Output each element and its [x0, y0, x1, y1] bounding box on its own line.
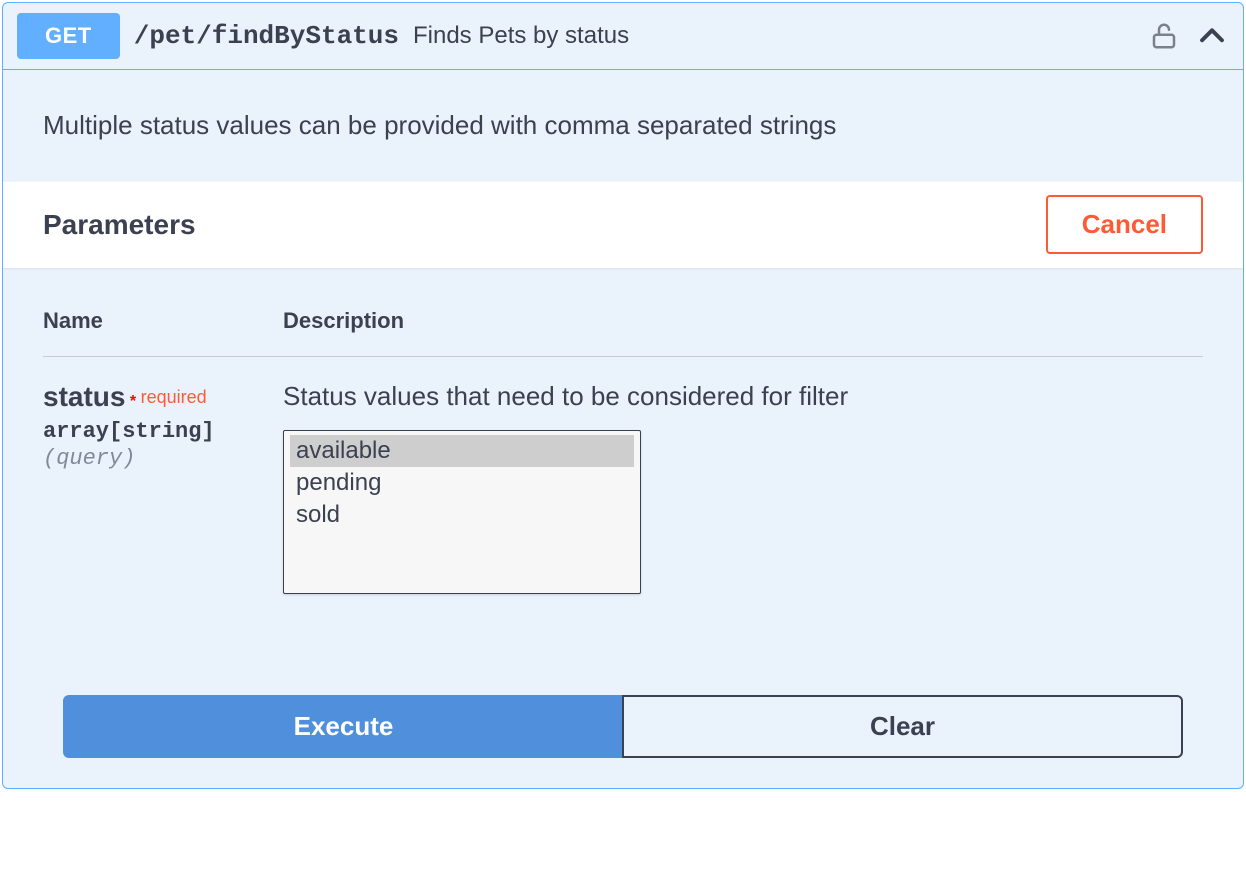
- method-badge: GET: [17, 13, 120, 59]
- actions-row: Execute Clear: [63, 695, 1183, 758]
- endpoint-path: /pet/findByStatus: [134, 21, 399, 51]
- endpoint-header[interactable]: GET /pet/findByStatus Finds Pets by stat…: [3, 3, 1243, 70]
- required-label: required: [141, 387, 207, 407]
- chevron-up-icon[interactable]: [1195, 19, 1229, 53]
- execute-button[interactable]: Execute: [63, 695, 622, 758]
- status-option-sold[interactable]: sold: [290, 499, 634, 531]
- unlock-icon[interactable]: [1149, 21, 1179, 51]
- status-option-pending[interactable]: pending: [290, 467, 634, 499]
- param-name: status: [43, 381, 125, 412]
- clear-button[interactable]: Clear: [622, 695, 1183, 758]
- parameters-table: Name Description status * required array…: [43, 308, 1203, 595]
- param-description: Status values that need to be considered…: [283, 381, 1203, 412]
- param-type: array[string]: [43, 419, 283, 444]
- status-select[interactable]: available pending sold: [283, 430, 641, 594]
- endpoint-summary: Finds Pets by status: [413, 22, 629, 50]
- status-option-available[interactable]: available: [290, 435, 634, 467]
- cancel-button[interactable]: Cancel: [1046, 195, 1203, 254]
- param-in: query: [43, 446, 283, 471]
- column-header-description: Description: [283, 308, 1203, 357]
- table-row: status * required array[string] query St…: [43, 357, 1203, 596]
- required-asterisk: *: [130, 393, 136, 410]
- column-header-name: Name: [43, 308, 283, 357]
- endpoint-panel: GET /pet/findByStatus Finds Pets by stat…: [2, 2, 1244, 789]
- parameters-bar: Parameters Cancel: [3, 181, 1243, 268]
- parameters-title: Parameters: [43, 209, 196, 241]
- endpoint-description: Multiple status values can be provided w…: [3, 70, 1243, 181]
